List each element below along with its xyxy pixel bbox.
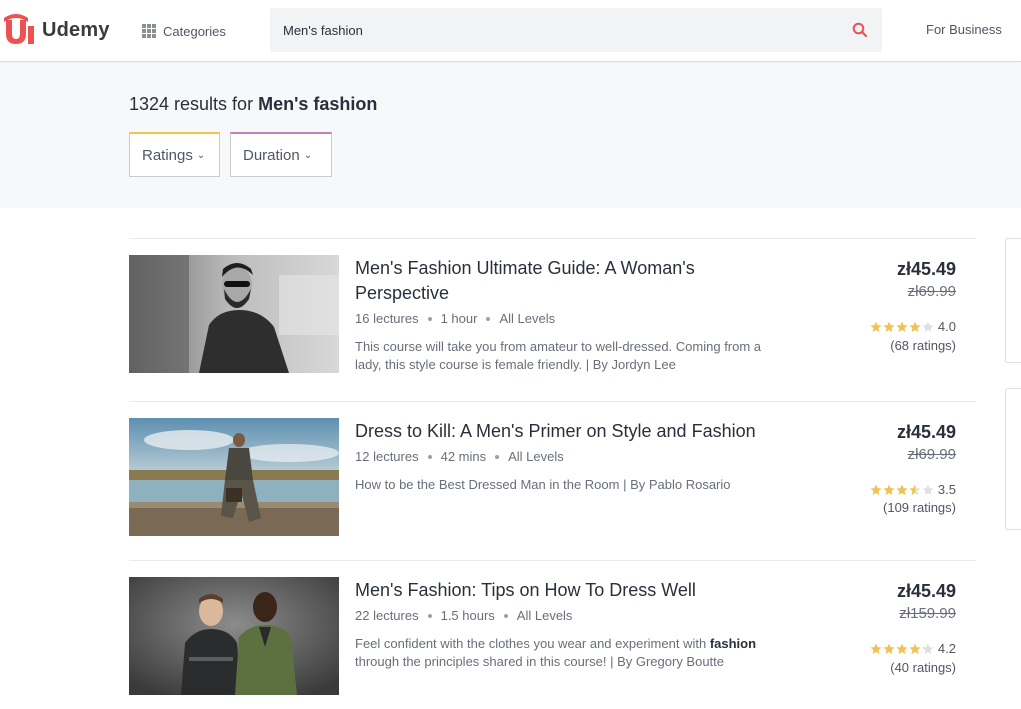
star-icon (909, 321, 921, 332)
course-description: How to be the Best Dressed Man in the Ro… (355, 476, 795, 494)
course-thumbnail[interactable] (129, 577, 339, 695)
star-icon (909, 484, 921, 495)
side-panel-card (1005, 238, 1021, 363)
original-price: zł69.99 (907, 446, 956, 463)
course-title[interactable]: Dress to Kill: A Men's Primer on Style a… (355, 419, 805, 444)
star-icon (883, 643, 895, 654)
results-query: Men's fashion (258, 94, 378, 114)
separator-dot-icon (486, 316, 491, 321)
course-duration: 42 mins (440, 449, 487, 464)
rating-row: 4.2 (870, 641, 956, 656)
star-icon (909, 643, 921, 654)
lecture-count: 22 lectures (355, 608, 419, 623)
chevron-down-icon: ⌄ (303, 149, 313, 161)
separator-dot-icon (427, 613, 432, 618)
grid-icon (142, 24, 156, 38)
course-meta: 12 lectures 42 mins All Levels (355, 449, 564, 464)
star-icon (896, 321, 908, 332)
star-icon (922, 643, 934, 654)
course-level: All Levels (499, 311, 556, 326)
separator-dot-icon (427, 316, 432, 321)
side-panel-card (1005, 388, 1021, 530)
course-title[interactable]: Men's Fashion: Tips on How To Dress Well (355, 578, 785, 603)
lecture-count: 12 lectures (355, 449, 419, 464)
star-icon (870, 484, 882, 495)
rating-value: 4.2 (937, 641, 956, 656)
results-header: 1324 results for Men's fashion Ratings ⌄… (0, 63, 1021, 208)
for-business-link[interactable]: For Business (926, 22, 1002, 37)
course-thumbnail[interactable] (129, 255, 339, 373)
rating-count: (68 ratings) (890, 338, 956, 353)
course-duration: 1.5 hours (440, 608, 495, 623)
ratings-filter-button[interactable]: Ratings ⌄ (129, 132, 220, 177)
separator-dot-icon (503, 613, 508, 618)
course-title-line: Men's Fashion Ultimate Guide: A Woman's (355, 258, 695, 278)
logo-text: Udemy (42, 18, 110, 41)
star-rating (870, 643, 934, 655)
course-meta: 16 lectures 1 hour All Levels (355, 311, 555, 326)
current-price: zł45.49 (896, 259, 956, 279)
duration-filter-button[interactable]: Duration ⌄ (230, 132, 332, 177)
rating-value: 4.0 (937, 319, 956, 334)
course-thumbnail[interactable] (129, 418, 339, 536)
rating-count: (109 ratings) (883, 500, 956, 515)
description-line: How to be the Best Dressed Man in the Ro… (355, 477, 731, 492)
course-list-item[interactable]: Men's Fashion: Tips on How To Dress Well… (129, 560, 976, 709)
current-price: zł45.49 (896, 422, 956, 442)
separator-dot-icon (495, 454, 500, 459)
original-price: zł159.99 (899, 605, 956, 622)
results-count: 1324 results for Men's fashion (129, 94, 377, 115)
course-meta: 22 lectures 1.5 hours All Levels (355, 608, 572, 623)
original-price: zł69.99 (907, 283, 956, 300)
star-icon (922, 484, 934, 495)
course-title[interactable]: Men's Fashion Ultimate Guide: A Woman's … (355, 256, 785, 306)
course-duration: 1 hour (440, 311, 478, 326)
description-line: through the principles shared in this co… (355, 654, 725, 669)
description-line: lady, this style course is female friend… (355, 357, 676, 372)
highlighted-keyword: fashion (709, 636, 757, 651)
course-level: All Levels (508, 449, 564, 464)
duration-filter-label: Duration (243, 146, 300, 164)
current-price: zł45.49 (896, 581, 956, 601)
course-title-line: Dress to Kill: A Men's Primer on Style a… (355, 421, 756, 441)
rating-count: (40 ratings) (890, 660, 956, 675)
categories-menu-button[interactable]: Categories (142, 20, 226, 42)
search-icon[interactable] (838, 8, 882, 52)
results-count-prefix: 1324 results for (129, 94, 259, 114)
course-list-item[interactable]: Men's Fashion Ultimate Guide: A Woman's … (129, 238, 976, 402)
course-title-line: Perspective (355, 283, 450, 303)
course-description: This course will take you from amateur t… (355, 338, 795, 374)
chevron-down-icon: ⌄ (196, 149, 206, 161)
udemy-logo-icon (4, 14, 34, 44)
udemy-logo[interactable]: Udemy (0, 12, 110, 48)
course-title-line: Men's Fashion: Tips on How To Dress Well (355, 580, 696, 600)
rating-value: 3.5 (937, 482, 956, 497)
course-level: All Levels (516, 608, 573, 623)
rating-row: 4.0 (870, 319, 956, 334)
star-icon (896, 484, 908, 495)
star-icon (870, 321, 882, 332)
star-icon (883, 484, 895, 495)
rating-row: 3.5 (870, 482, 956, 497)
description-text: Feel confident with the clothes you wear… (355, 636, 710, 651)
separator-dot-icon (427, 454, 432, 459)
course-description: Feel confident with the clothes you wear… (355, 635, 795, 671)
categories-label: Categories (163, 23, 226, 39)
top-navigation-bar: Udemy Categories For Business (0, 0, 1021, 62)
star-rating (870, 484, 934, 496)
star-icon (922, 321, 934, 332)
description-line: Feel confident with the clothes you wear… (355, 635, 795, 653)
description-line: This course will take you from amateur t… (355, 339, 762, 354)
search-bar (270, 8, 882, 52)
star-icon (896, 643, 908, 654)
search-input[interactable] (270, 8, 838, 52)
star-rating (870, 321, 934, 333)
ratings-filter-label: Ratings (142, 146, 193, 164)
star-icon (883, 321, 895, 332)
star-icon (870, 643, 882, 654)
lecture-count: 16 lectures (355, 311, 419, 326)
course-list-item[interactable]: Dress to Kill: A Men's Primer on Style a… (129, 401, 976, 561)
